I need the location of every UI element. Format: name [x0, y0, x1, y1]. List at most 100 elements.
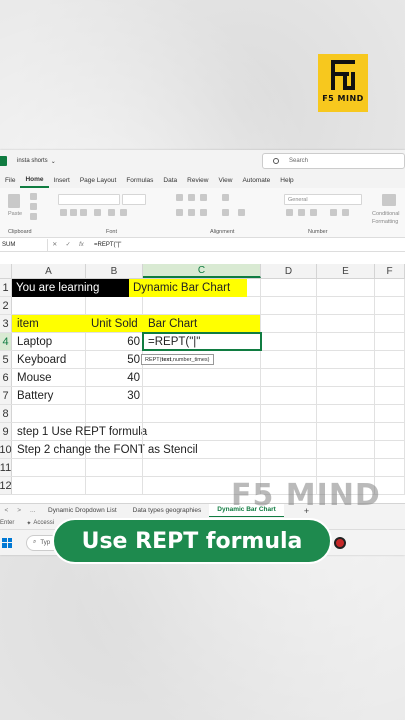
- cell-e5[interactable]: [317, 351, 375, 368]
- cell-c4-active[interactable]: =REPT("|": [142, 332, 262, 351]
- percent-icon[interactable]: [298, 209, 305, 216]
- increase-decimal-icon[interactable]: [330, 209, 337, 216]
- borders-icon[interactable]: [94, 209, 101, 216]
- align-right-icon[interactable]: [200, 209, 207, 216]
- cell-e1[interactable]: [317, 279, 375, 296]
- decrease-decimal-icon[interactable]: [342, 209, 349, 216]
- cell-e3[interactable]: [317, 315, 375, 332]
- underline-icon[interactable]: [80, 209, 87, 216]
- cell-b7[interactable]: 30: [86, 387, 143, 404]
- cell-b12[interactable]: [86, 477, 143, 494]
- select-all[interactable]: [0, 264, 12, 278]
- number-format-select[interactable]: General: [284, 194, 362, 205]
- search-box[interactable]: Search: [262, 153, 405, 169]
- tab-data[interactable]: Data: [158, 172, 182, 188]
- tooltip-arg-text[interactable]: text: [162, 357, 172, 363]
- row-header[interactable]: 10: [0, 441, 12, 458]
- font-size-select[interactable]: [122, 194, 146, 205]
- cell-a2[interactable]: [12, 297, 86, 314]
- align-top-icon[interactable]: [176, 194, 183, 201]
- align-left-icon[interactable]: [176, 209, 183, 216]
- conditional-formatting-icon[interactable]: [382, 194, 396, 206]
- bold-icon[interactable]: [60, 209, 67, 216]
- cell-d11[interactable]: [261, 459, 317, 476]
- cell-b8[interactable]: [86, 405, 143, 422]
- cell-e9[interactable]: [317, 423, 375, 440]
- cell-e6[interactable]: [317, 369, 375, 386]
- row-header[interactable]: 11: [0, 459, 12, 476]
- column-header-f[interactable]: F: [375, 264, 405, 278]
- sheet-more-icon[interactable]: ...: [30, 507, 35, 514]
- cell-a10[interactable]: Step 2 change the FONT as Stencil: [12, 441, 198, 458]
- row-header[interactable]: 2: [0, 297, 12, 314]
- tab-help[interactable]: Help: [275, 172, 298, 188]
- cell-e11[interactable]: [317, 459, 375, 476]
- row-header[interactable]: 3: [0, 315, 12, 332]
- cell-a4[interactable]: Laptop: [12, 333, 86, 350]
- align-bottom-icon[interactable]: [200, 194, 207, 201]
- confirm-icon[interactable]: ✓: [66, 241, 71, 248]
- font-color-icon[interactable]: [120, 209, 127, 216]
- cell-c3[interactable]: Bar Chart: [143, 315, 261, 332]
- chevron-down-icon[interactable]: ⌄: [51, 158, 56, 165]
- cell-a1[interactable]: You are learning: [12, 278, 130, 297]
- cell-c9[interactable]: [143, 423, 261, 440]
- fill-color-icon[interactable]: [108, 209, 115, 216]
- cell-c1[interactable]: Dynamic Bar Chart: [129, 278, 261, 297]
- tooltip-arg-number-times[interactable]: number_times: [173, 357, 208, 363]
- cell-b2[interactable]: [86, 297, 143, 314]
- sheet-next-icon[interactable]: >: [17, 507, 21, 514]
- cell-d6[interactable]: [261, 369, 317, 386]
- tab-page-layout[interactable]: Page Layout: [75, 172, 122, 188]
- font-name-select[interactable]: [58, 194, 120, 205]
- cell-f1[interactable]: [375, 279, 405, 296]
- column-header-c[interactable]: C: [143, 264, 261, 278]
- format-painter-icon[interactable]: [30, 213, 37, 220]
- cell-c10[interactable]: [143, 441, 261, 458]
- sheet-tab-dynamic-dropdown[interactable]: Dynamic Dropdown List: [40, 504, 125, 518]
- cell-a9[interactable]: step 1 Use REPT formula: [12, 423, 147, 440]
- row-header[interactable]: 12: [0, 477, 12, 494]
- cell-a3[interactable]: item: [12, 315, 86, 332]
- cell-d9[interactable]: [261, 423, 317, 440]
- column-header-a[interactable]: A: [12, 264, 86, 278]
- windows-start-icon[interactable]: [2, 537, 12, 548]
- tab-insert[interactable]: Insert: [49, 172, 75, 188]
- currency-icon[interactable]: [286, 209, 293, 216]
- column-header-d[interactable]: D: [261, 264, 317, 278]
- fx-icon[interactable]: fx: [79, 242, 84, 248]
- cell-b10[interactable]: [86, 441, 143, 458]
- cell-a8[interactable]: [12, 405, 86, 422]
- row-header[interactable]: 7: [0, 387, 12, 404]
- cell-b5[interactable]: 50: [86, 351, 143, 368]
- cell-f9[interactable]: [375, 423, 405, 440]
- row-header[interactable]: 1: [0, 279, 12, 296]
- sheet-prev-icon[interactable]: <: [4, 507, 8, 514]
- cut-icon[interactable]: [30, 193, 37, 200]
- cell-d7[interactable]: [261, 387, 317, 404]
- conditional-formatting-label[interactable]: Conditional Formatting: [372, 210, 405, 226]
- cell-a11[interactable]: [12, 459, 86, 476]
- row-header[interactable]: 9: [0, 423, 12, 440]
- row-header[interactable]: 5: [0, 351, 12, 368]
- cell-c6[interactable]: [143, 369, 261, 386]
- tab-file[interactable]: File: [0, 172, 20, 188]
- cell-f3[interactable]: [375, 315, 405, 332]
- comma-icon[interactable]: [310, 209, 317, 216]
- column-header-b[interactable]: B: [86, 264, 143, 278]
- tab-home[interactable]: Home: [20, 172, 49, 188]
- cell-f8[interactable]: [375, 405, 405, 422]
- formula-input[interactable]: =REPT("|": [88, 242, 121, 248]
- cell-e7[interactable]: [317, 387, 375, 404]
- indent-icon[interactable]: [238, 209, 245, 216]
- cell-f6[interactable]: [375, 369, 405, 386]
- tab-review[interactable]: Review: [182, 172, 213, 188]
- cancel-icon[interactable]: ✕: [52, 241, 57, 248]
- cell-a6[interactable]: Mouse: [12, 369, 86, 386]
- row-header[interactable]: 6: [0, 369, 12, 386]
- cell-e4[interactable]: [317, 333, 375, 350]
- cell-e10[interactable]: [317, 441, 375, 458]
- cell-a5[interactable]: Keyboard: [12, 351, 86, 368]
- file-name[interactable]: insta shorts: [17, 158, 48, 164]
- cell-c8[interactable]: [143, 405, 261, 422]
